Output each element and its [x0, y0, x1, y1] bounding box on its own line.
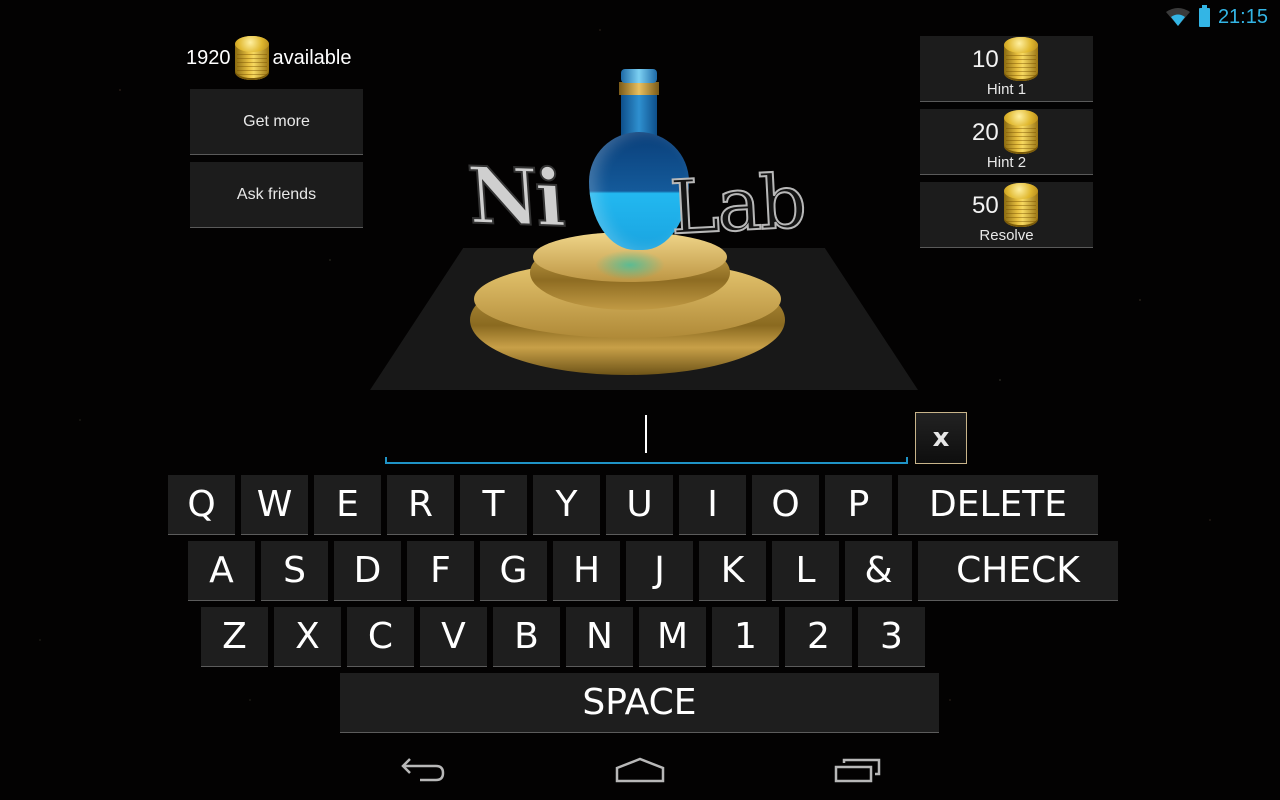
key-z[interactable]: Z: [201, 607, 268, 667]
input-underline: [385, 457, 908, 464]
status-time: 21:15: [1217, 5, 1268, 28]
hint-label: Hint 1: [986, 81, 1027, 98]
key-r[interactable]: R: [387, 475, 454, 535]
flask-reflection: [595, 250, 665, 280]
back-button[interactable]: [373, 744, 473, 800]
logo-text-ni: Ni: [464, 149, 565, 246]
key-p[interactable]: P: [825, 475, 892, 535]
delete-button[interactable]: DELETE: [898, 475, 1098, 535]
hint-cost: 20: [972, 119, 999, 146]
balance-label: available: [272, 46, 352, 69]
battery-icon: [1198, 4, 1210, 27]
key-j[interactable]: J: [626, 541, 693, 601]
key-a[interactable]: A: [188, 541, 255, 601]
key-n[interactable]: N: [566, 607, 633, 667]
balance-amount: 1920: [186, 46, 231, 69]
key-m[interactable]: M: [639, 607, 706, 667]
check-button[interactable]: CHECK: [918, 541, 1118, 601]
logo-text-lab: Lab: [667, 158, 808, 253]
get-more-button[interactable]: Get more: [190, 89, 363, 155]
key-w[interactable]: W: [241, 475, 308, 535]
key-l[interactable]: L: [772, 541, 839, 601]
coin-stack-icon: [1004, 110, 1038, 154]
key-h[interactable]: H: [553, 541, 620, 601]
home-icon: [615, 757, 665, 788]
answer-input[interactable]: [385, 410, 908, 464]
key-3[interactable]: 3: [858, 607, 925, 667]
key-i[interactable]: I: [679, 475, 746, 535]
key-o[interactable]: O: [752, 475, 819, 535]
status-bar: 21:15: [1165, 0, 1280, 34]
key-1[interactable]: 1: [712, 607, 779, 667]
coin-stack-icon: [1004, 183, 1038, 227]
key-s[interactable]: S: [261, 541, 328, 601]
resolve-button[interactable]: 50 Resolve: [920, 182, 1093, 248]
clear-answer-button[interactable]: x: [915, 412, 967, 464]
flask-ring: [619, 82, 659, 95]
key-d[interactable]: D: [334, 541, 401, 601]
coin-stack-icon: [1004, 37, 1038, 81]
close-icon: x: [932, 423, 950, 453]
key-y[interactable]: Y: [533, 475, 600, 535]
recent-apps-button[interactable]: [808, 744, 908, 800]
wifi-icon: [1165, 7, 1191, 27]
ask-friends-button[interactable]: Ask friends: [190, 162, 363, 228]
hint-label: Hint 2: [986, 154, 1027, 171]
key-v[interactable]: V: [420, 607, 487, 667]
navigation-bar: [0, 744, 1280, 800]
key-q[interactable]: Q: [168, 475, 235, 535]
recent-apps-icon: [834, 757, 882, 788]
flask-lip: [621, 69, 657, 83]
key-g[interactable]: G: [480, 541, 547, 601]
get-more-label: Get more: [243, 112, 310, 130]
hint-2-button[interactable]: 20 Hint 2: [920, 109, 1093, 175]
hint-1-button[interactable]: 10 Hint 1: [920, 36, 1093, 102]
key-c[interactable]: C: [347, 607, 414, 667]
key-u[interactable]: U: [606, 475, 673, 535]
key-f[interactable]: F: [407, 541, 474, 601]
back-icon: [400, 757, 446, 788]
key-k[interactable]: K: [699, 541, 766, 601]
coin-balance: 1920 available: [186, 36, 351, 80]
space-key[interactable]: SPACE: [340, 673, 939, 733]
key-2[interactable]: 2: [785, 607, 852, 667]
coin-stack-icon: [234, 36, 269, 80]
hint-cost: 10: [972, 46, 999, 73]
ask-friends-label: Ask friends: [236, 185, 317, 203]
hint-label: Resolve: [979, 227, 1034, 244]
home-button[interactable]: [590, 744, 690, 800]
key-b[interactable]: B: [493, 607, 560, 667]
nilab-logo-scene: Ni Lab: [370, 60, 920, 390]
hint-cost: 50: [972, 192, 999, 219]
key-x[interactable]: X: [274, 607, 341, 667]
key-e[interactable]: E: [314, 475, 381, 535]
text-caret: [645, 415, 647, 453]
key-ampersand[interactable]: &: [845, 541, 912, 601]
key-t[interactable]: T: [460, 475, 527, 535]
